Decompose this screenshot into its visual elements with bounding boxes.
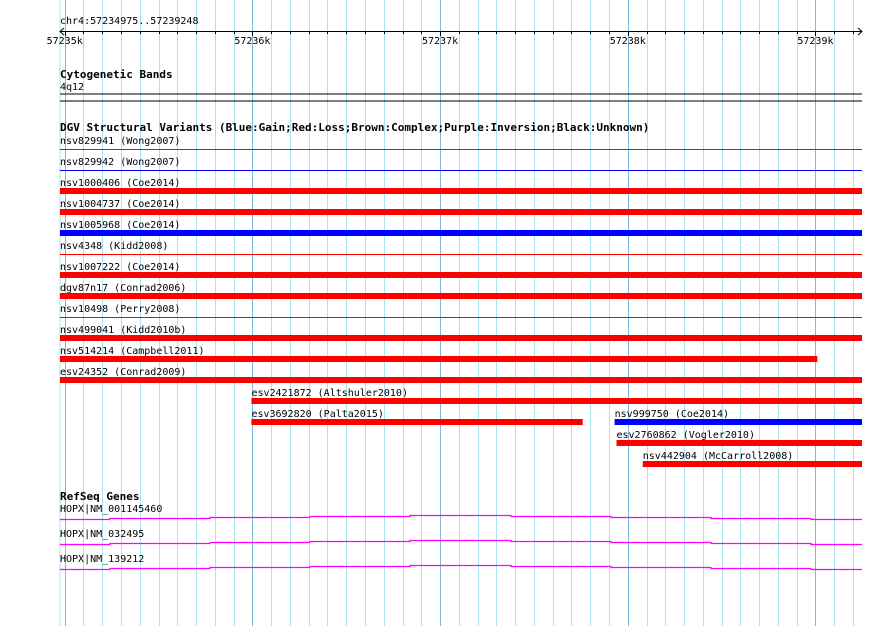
variant-feature[interactable]: nsv1007222 (Coe2014) [60, 262, 862, 278]
cytoband-track-title: Cytogenetic Bands [60, 68, 173, 81]
variant-feature[interactable]: nsv999750 (Coe2014) [614, 409, 862, 425]
variant-label: esv2760862 (Vogler2010) [617, 430, 755, 441]
variant-bar[interactable] [60, 149, 862, 150]
ruler-tick-label: 57235k [47, 36, 83, 47]
gene-feature[interactable]: HOPX|NM_001145460 [60, 504, 862, 521]
ruler-tick-label: 57239k [797, 36, 833, 47]
gene-feature[interactable]: HOPX|NM_139212 [60, 554, 862, 571]
variant-feature[interactable]: nsv1000406 (Coe2014) [60, 178, 862, 194]
variant-feature[interactable]: nsv442904 (McCarroll2008) [642, 451, 862, 467]
gene-label: HOPX|NM_001145460 [60, 504, 162, 515]
variant-bar[interactable] [251, 419, 583, 425]
ruler-tick-label: 57236k [234, 36, 270, 47]
variant-bar[interactable] [60, 254, 862, 255]
variant-label: nsv829942 (Wong2007) [60, 157, 180, 168]
dgv-track-title: DGV Structural Variants (Blue:Gain;Red:L… [60, 121, 649, 134]
gene-model[interactable] [60, 514, 862, 521]
variant-bar[interactable] [60, 377, 862, 383]
variant-label: nsv10498 (Perry2008) [60, 304, 180, 315]
refseq-track: HOPX|NM_001145460 HOPX|NM_032495 HOPX|NM_1… [60, 504, 862, 571]
variant-bar[interactable] [642, 461, 862, 467]
variant-bar[interactable] [60, 170, 862, 171]
variant-label: esv24352 (Conrad2009) [60, 367, 186, 378]
variant-feature[interactable]: dgv87n17 (Conrad2006) [60, 283, 862, 299]
variant-label: nsv442904 (McCarroll2008) [643, 451, 794, 462]
dgv-track: nsv829941 (Wong2007) nsv829942 (Wong2007)… [60, 136, 862, 467]
gene-label: HOPX|NM_139212 [60, 554, 144, 565]
variant-feature[interactable]: esv2760862 (Vogler2010) [616, 430, 862, 446]
ruler-tick-label: 57238k [610, 36, 646, 47]
variant-feature[interactable]: nsv1004737 (Coe2014) [60, 199, 862, 215]
variant-label: nsv514214 (Campbell2011) [60, 346, 205, 357]
variant-bar[interactable] [60, 356, 818, 362]
variant-label: nsv829941 (Wong2007) [60, 136, 180, 147]
region-title: chr4:57234975..57239248 [60, 16, 198, 27]
gene-feature[interactable]: HOPX|NM_032495 [60, 529, 862, 546]
gene-label: HOPX|NM_032495 [60, 529, 144, 540]
variant-feature[interactable]: nsv1005968 (Coe2014) [60, 220, 862, 236]
variant-bar[interactable] [614, 419, 862, 425]
variant-feature[interactable]: esv2421872 (Altshuler2010) [251, 388, 862, 404]
variant-label: nsv499041 (Kidd2010b) [60, 325, 186, 336]
variant-label: nsv1005968 (Coe2014) [60, 220, 180, 231]
variant-bar[interactable] [60, 209, 862, 215]
variant-bar[interactable] [60, 272, 862, 278]
gene-model[interactable] [60, 564, 862, 571]
ruler-tick-label: 57237k [422, 36, 458, 47]
variant-label: esv2421872 (Altshuler2010) [251, 388, 408, 399]
variant-bar[interactable] [60, 335, 862, 341]
variant-label: dgv87n17 (Conrad2006) [60, 283, 186, 294]
ruler[interactable]: 57235k 57236k 57237k 57238k 57239k [47, 27, 863, 47]
variant-label: nsv1007222 (Coe2014) [60, 262, 180, 273]
variant-label: esv3692820 (Palta2015) [251, 409, 383, 420]
variant-feature[interactable]: esv3692820 (Palta2015) [251, 409, 583, 425]
variant-feature[interactable]: nsv829942 (Wong2007) [60, 157, 862, 171]
variant-label: nsv1004737 (Coe2014) [60, 199, 180, 210]
variant-feature[interactable]: esv24352 (Conrad2009) [60, 367, 862, 383]
variant-bar[interactable] [60, 188, 862, 194]
variant-feature[interactable]: nsv4348 (Kidd2008) [60, 241, 862, 255]
variant-feature[interactable]: nsv10498 (Perry2008) [60, 304, 862, 318]
cytoband-label: 4q12 [60, 82, 84, 93]
variant-bar[interactable] [60, 230, 862, 236]
variant-feature[interactable]: nsv499041 (Kidd2010b) [60, 325, 862, 341]
variant-bar[interactable] [251, 398, 862, 404]
variant-label: nsv999750 (Coe2014) [615, 409, 729, 420]
refseq-track-title: RefSeq Genes [60, 490, 139, 503]
variant-bar[interactable] [616, 440, 862, 446]
variant-feature[interactable]: nsv829941 (Wong2007) [60, 136, 862, 150]
variant-label: nsv4348 (Kidd2008) [60, 241, 168, 252]
variant-bar[interactable] [60, 317, 862, 318]
genome-browser-panel: chr4:57234975..57239248 57235k 57236k 5723… [47, 0, 863, 626]
gene-model[interactable] [60, 539, 862, 546]
variant-label: nsv1000406 (Coe2014) [60, 178, 180, 189]
variant-bar[interactable] [60, 293, 862, 299]
